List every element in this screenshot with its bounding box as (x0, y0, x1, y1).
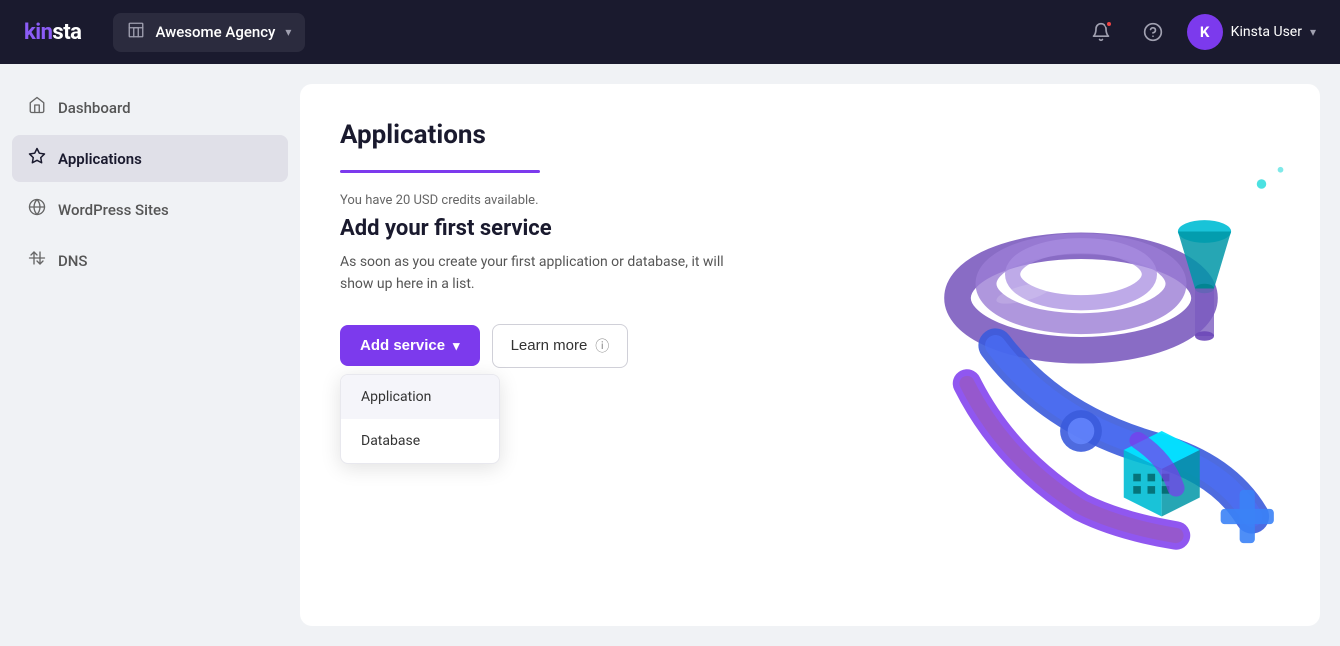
user-name: Kinsta User (1231, 24, 1302, 40)
content-card: Applications You have 20 USD credits ava… (300, 84, 1320, 626)
avatar: K (1187, 14, 1223, 50)
sidebar-item-wordpress[interactable]: WordPress Sites (12, 186, 288, 233)
dropdown-item-database[interactable]: Database (341, 419, 499, 463)
add-service-dropdown: Application Database (340, 374, 500, 464)
add-service-button[interactable]: Add service ▾ (340, 325, 480, 366)
buttons-container: Add service ▾ Learn more ⓘ Application D… (340, 324, 628, 368)
notification-dot (1105, 20, 1113, 28)
building-icon (127, 21, 145, 44)
notifications-button[interactable] (1083, 14, 1119, 50)
sidebar-label-dns: DNS (58, 252, 88, 270)
kinsta-logo: kinsta (24, 20, 81, 45)
user-menu[interactable]: K Kinsta User ▾ (1187, 14, 1316, 50)
dropdown-item-application[interactable]: Application (341, 375, 499, 419)
add-service-chevron-icon: ▾ (453, 338, 460, 354)
learn-more-label: Learn more (511, 337, 588, 354)
agency-selector[interactable]: Awesome Agency ▾ (113, 13, 305, 52)
wordpress-icon (28, 198, 46, 221)
sidebar-label-wordpress: WordPress Sites (58, 201, 169, 219)
main-content: Applications You have 20 USD credits ava… (300, 64, 1340, 646)
sidebar-item-dashboard[interactable]: Dashboard (12, 84, 288, 131)
sidebar-label-applications: Applications (58, 150, 142, 168)
nav-right: K Kinsta User ▾ (1083, 14, 1316, 50)
learn-more-button[interactable]: Learn more ⓘ (492, 324, 629, 368)
add-service-label: Add service (360, 337, 445, 354)
page-layout: Dashboard Applications WordPress Sites (0, 64, 1340, 646)
dns-icon (28, 249, 46, 272)
sidebar-item-dns[interactable]: DNS (12, 237, 288, 284)
illustration (910, 145, 1290, 565)
user-chevron-icon: ▾ (1310, 25, 1316, 39)
title-underline (340, 170, 540, 173)
agency-chevron-icon: ▾ (285, 25, 291, 39)
nav-left: kinsta Awesome Agency ▾ (24, 13, 305, 52)
help-button[interactable] (1135, 14, 1171, 50)
sidebar: Dashboard Applications WordPress Sites (0, 64, 300, 646)
action-buttons: Add service ▾ Learn more ⓘ (340, 324, 628, 368)
first-service-desc: As soon as you create your first applica… (340, 251, 760, 296)
learn-more-circle-icon: ⓘ (595, 336, 609, 356)
top-navigation: kinsta Awesome Agency ▾ (0, 0, 1340, 64)
sidebar-item-applications[interactable]: Applications (12, 135, 288, 182)
apps-icon (28, 147, 46, 170)
agency-name: Awesome Agency (155, 23, 275, 41)
sidebar-label-dashboard: Dashboard (58, 99, 131, 117)
home-icon (28, 96, 46, 119)
